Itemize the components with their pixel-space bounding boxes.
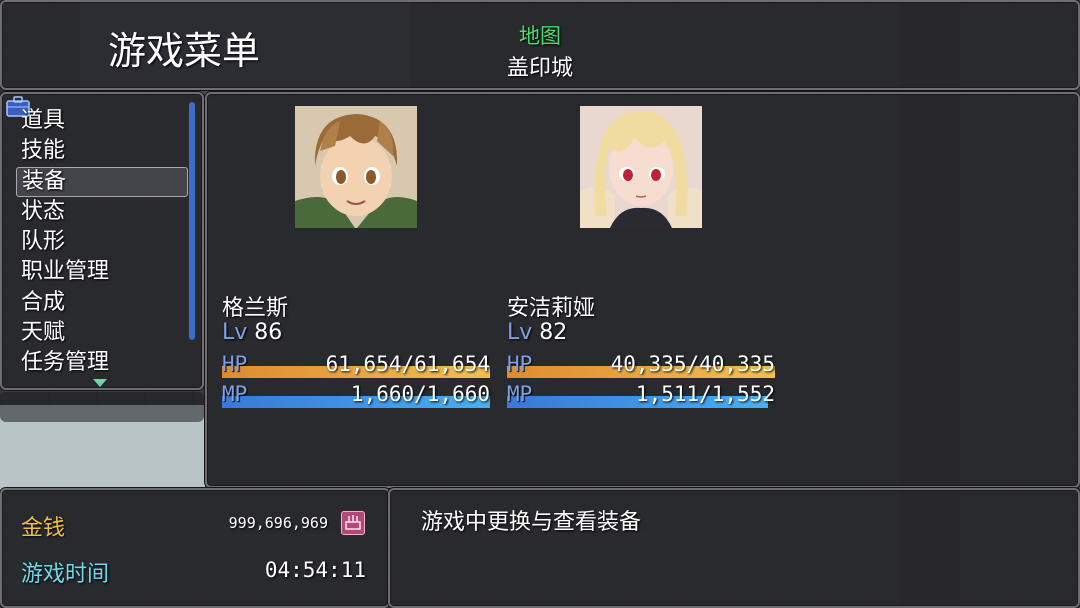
gold-value: 999,696,969 xyxy=(228,514,328,532)
hp-value: 40,335/40,335 xyxy=(610,352,775,376)
mp-gauge: MP 1,511/1,552 xyxy=(507,382,775,410)
quest-tracker-window xyxy=(0,392,204,422)
actor-level: Lv 86 xyxy=(222,320,282,345)
hp-label: HP xyxy=(222,352,248,376)
hp-gauge: HP 40,335/40,335 xyxy=(507,352,775,380)
mp-gauge: MP 1,660/1,660 xyxy=(222,382,490,410)
brown-haired-boy-portrait[interactable] xyxy=(295,106,417,228)
coin-icon xyxy=(341,511,365,535)
actor-name: 安洁莉娅 xyxy=(507,296,596,321)
hp-label: HP xyxy=(507,352,533,376)
help-description: 游戏中更换与查看装备 xyxy=(421,510,642,535)
playtime-value: 04:54:11 xyxy=(264,558,366,582)
actor-name: 格兰斯 xyxy=(222,296,289,321)
blonde-girl-portrait[interactable] xyxy=(580,106,702,228)
hp-value: 61,654/61,654 xyxy=(325,352,490,376)
command-list: 道具 技能 装备 状态 队形 职业管理 合成 天赋 任务管理 xyxy=(16,106,188,379)
map-label: 地图 xyxy=(519,24,561,48)
playtime-label: 游戏时间 xyxy=(21,562,110,587)
command-item[interactable]: 道具 xyxy=(16,106,188,136)
gold-label: 金钱 xyxy=(21,516,66,541)
hp-gauge: HP 61,654/61,654 xyxy=(222,352,490,380)
mp-label: MP xyxy=(507,382,533,406)
command-item-selected[interactable]: 装备 xyxy=(16,166,188,197)
command-item[interactable]: 合成 xyxy=(16,288,188,318)
command-item[interactable]: 队形 xyxy=(16,227,188,257)
level-value: 86 xyxy=(254,320,283,345)
map-name: 盖印城 xyxy=(506,56,573,81)
command-item[interactable]: 职业管理 xyxy=(16,257,188,287)
level-label: Lv xyxy=(507,320,533,345)
level-value: 82 xyxy=(539,320,568,345)
scroll-down-arrow-icon[interactable] xyxy=(93,379,107,387)
command-item[interactable]: 技能 xyxy=(16,136,188,166)
command-item[interactable]: 任务管理 xyxy=(16,348,188,378)
mp-value: 1,511/1,552 xyxy=(635,382,775,406)
level-label: Lv xyxy=(222,320,248,345)
command-scrollbar[interactable] xyxy=(189,102,195,340)
mp-value: 1,660/1,660 xyxy=(350,382,490,406)
command-item[interactable]: 天赋 xyxy=(16,318,188,348)
actor-level: Lv 82 xyxy=(507,320,567,345)
mp-label: MP xyxy=(222,382,248,406)
command-item[interactable]: 状态 xyxy=(16,197,188,227)
gold-window xyxy=(0,488,390,608)
